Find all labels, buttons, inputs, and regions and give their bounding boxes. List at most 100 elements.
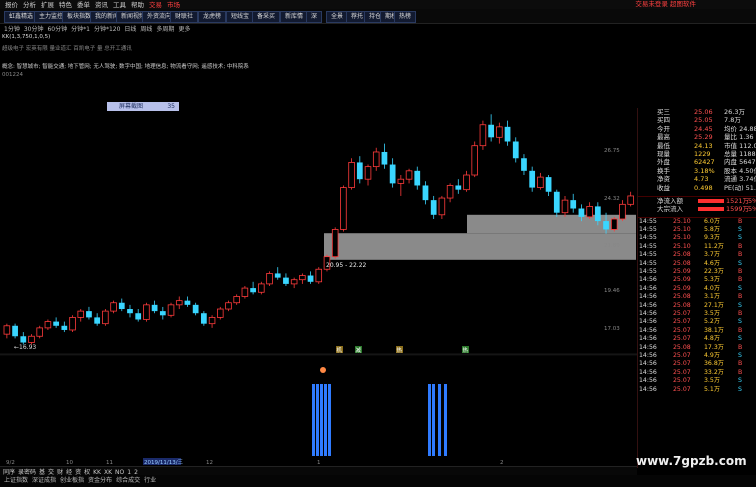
menu-item-7[interactable]: 帮助 xyxy=(131,1,144,9)
candle xyxy=(405,168,413,184)
quote-label: 外盘 xyxy=(657,158,670,167)
candle xyxy=(143,302,150,322)
tick-volume: 3.5万 xyxy=(704,309,721,317)
period-tab-4[interactable]: 分钟*120 xyxy=(94,25,120,33)
menu-item-1[interactable]: 分析 xyxy=(23,1,36,9)
tick-row: 14:56 25.08 17.3万 B xyxy=(638,344,756,352)
signal-dot xyxy=(320,367,326,373)
signal-text: 热 xyxy=(397,346,403,354)
menu-item-3[interactable]: 特色 xyxy=(59,1,72,9)
menu-item-6[interactable]: 工具 xyxy=(113,1,126,9)
low-price-label: ←16.93 xyxy=(14,344,36,351)
tick-volume: 11.2万 xyxy=(704,242,724,250)
quote-value2: 7.8万 xyxy=(724,116,741,125)
period-tab-0[interactable]: 1分钟 xyxy=(4,25,20,33)
tick-time: 14:55 xyxy=(639,259,657,267)
tick-price: 25.07 xyxy=(673,335,691,343)
status-item-0[interactable]: 上证指数 xyxy=(4,475,28,487)
tick-row: 14:56 25.08 27.1万 S xyxy=(638,302,756,310)
menu-extra-0[interactable]: 交易 xyxy=(149,1,162,9)
tick-row: 14:56 25.07 3.5万 S xyxy=(638,377,756,385)
quote-value: 25.05 xyxy=(694,116,713,125)
candle xyxy=(446,183,454,203)
flow-row: 净流入额1521万5% xyxy=(638,197,756,205)
toolbar-button-10[interactable]: 新库情 xyxy=(280,11,309,23)
period-tab-6[interactable]: 周线 xyxy=(140,25,152,33)
period-tab-2[interactable]: 60分钟 xyxy=(47,25,67,33)
candle xyxy=(529,166,536,192)
candle xyxy=(225,300,232,312)
date-label: 2019/11/13/三 xyxy=(144,459,184,466)
toolbar-button-16[interactable]: 热榜 xyxy=(394,11,417,23)
period-tab-5[interactable]: 日线 xyxy=(124,25,136,33)
tick-side: S xyxy=(738,284,742,292)
volume-bar xyxy=(438,384,441,456)
company-line: 超级电子 宏英有限 量业道汇 百凯电子 量 总开工通讯 xyxy=(2,46,132,52)
candle xyxy=(77,309,85,322)
tick-row: 14:56 25.09 4.0万 S xyxy=(638,285,756,293)
status-item-5[interactable]: 行业 xyxy=(144,475,156,487)
menu-item-4[interactable]: 委单 xyxy=(77,1,90,9)
tick-time: 14:56 xyxy=(639,309,657,317)
candle xyxy=(159,306,166,320)
menu-item-0[interactable]: 报价 xyxy=(5,1,18,9)
quote-row: 买三 25.06 26.3万 xyxy=(638,108,756,116)
tick-price: 25.07 xyxy=(673,368,691,376)
stock-code: 001224 xyxy=(2,72,23,78)
candle xyxy=(512,137,519,163)
period-tab-1[interactable]: 30分钟 xyxy=(24,25,44,33)
candlestick-chart[interactable]: ←16.9320.95 - 22.22机减热热75.0060.0045.0030… xyxy=(0,108,637,466)
toolbar-button-0[interactable]: 虹鑫精选 xyxy=(4,11,39,23)
volume-bar xyxy=(316,384,319,456)
quote-value: 24.45 xyxy=(694,124,713,133)
tick-row: 14:56 25.07 5.2万 S xyxy=(638,318,756,326)
tick-time: 14:56 xyxy=(639,377,657,385)
period-tab-7[interactable]: 多周期 xyxy=(156,25,174,33)
tick-row: 14:55 25.10 11.2万 B xyxy=(638,243,756,251)
tick-time: 14:56 xyxy=(639,360,657,368)
tick-side: S xyxy=(738,234,742,242)
tick-time: 14:56 xyxy=(639,368,657,376)
status-item-1[interactable]: 深证成指 xyxy=(32,475,56,487)
toolbar-button-11[interactable]: 深 xyxy=(306,11,323,23)
candle xyxy=(69,315,76,333)
tick-row: 14:56 25.09 5.3万 B xyxy=(638,276,756,284)
candle xyxy=(200,311,207,326)
tick-price: 25.09 xyxy=(673,284,691,292)
menu-extra-1[interactable]: 市场 xyxy=(167,1,180,9)
menu-bar: 报价 分析 扩展 特色 委单 资讯 工具 帮助 交易 市场 交易未登录 超图软件 xyxy=(0,0,756,9)
period-tab-3[interactable]: 分钟*1 xyxy=(71,25,90,33)
candle xyxy=(340,185,347,232)
candle xyxy=(217,306,224,320)
candle xyxy=(455,179,462,194)
candle xyxy=(175,296,183,310)
candle xyxy=(397,175,405,196)
menu-item-2[interactable]: 扩展 xyxy=(41,1,54,9)
candle xyxy=(315,267,323,284)
candle xyxy=(348,158,355,190)
tick-side: S xyxy=(738,259,742,267)
status-item-2[interactable]: 创业板指 xyxy=(60,475,84,487)
period-tab-8[interactable]: 更多 xyxy=(178,25,190,33)
tick-price: 25.10 xyxy=(673,217,691,225)
menu-item-5[interactable]: 资讯 xyxy=(95,1,108,9)
toolbar-button-12[interactable]: 全景 xyxy=(326,11,349,23)
status-item-3[interactable]: 资金分布 xyxy=(88,475,112,487)
toolbar-button-7[interactable]: 龙虎榜 xyxy=(198,11,227,23)
toolbar-button-9[interactable]: 备采买 xyxy=(252,11,281,23)
candle xyxy=(192,302,199,316)
tick-price: 25.07 xyxy=(673,326,691,334)
candle xyxy=(537,172,544,190)
candle xyxy=(307,271,314,284)
quote-row: 最低 24.13 市值 112.0亿 xyxy=(638,142,756,150)
toolbar-button-8[interactable]: 短线宝 xyxy=(226,11,255,23)
status-item-4[interactable]: 综合成交 xyxy=(116,475,140,487)
tick-row: 14:55 25.08 3.7万 B xyxy=(638,251,756,259)
tick-volume: 3.1万 xyxy=(704,293,721,301)
tick-side: S xyxy=(738,351,742,359)
candle xyxy=(274,267,281,280)
tick-volume: 36.8万 xyxy=(704,360,724,368)
watermark-text: www.7gpzb.com xyxy=(636,454,747,468)
candle xyxy=(521,154,527,176)
toolbar-button-6[interactable]: 财联社 xyxy=(170,11,199,23)
